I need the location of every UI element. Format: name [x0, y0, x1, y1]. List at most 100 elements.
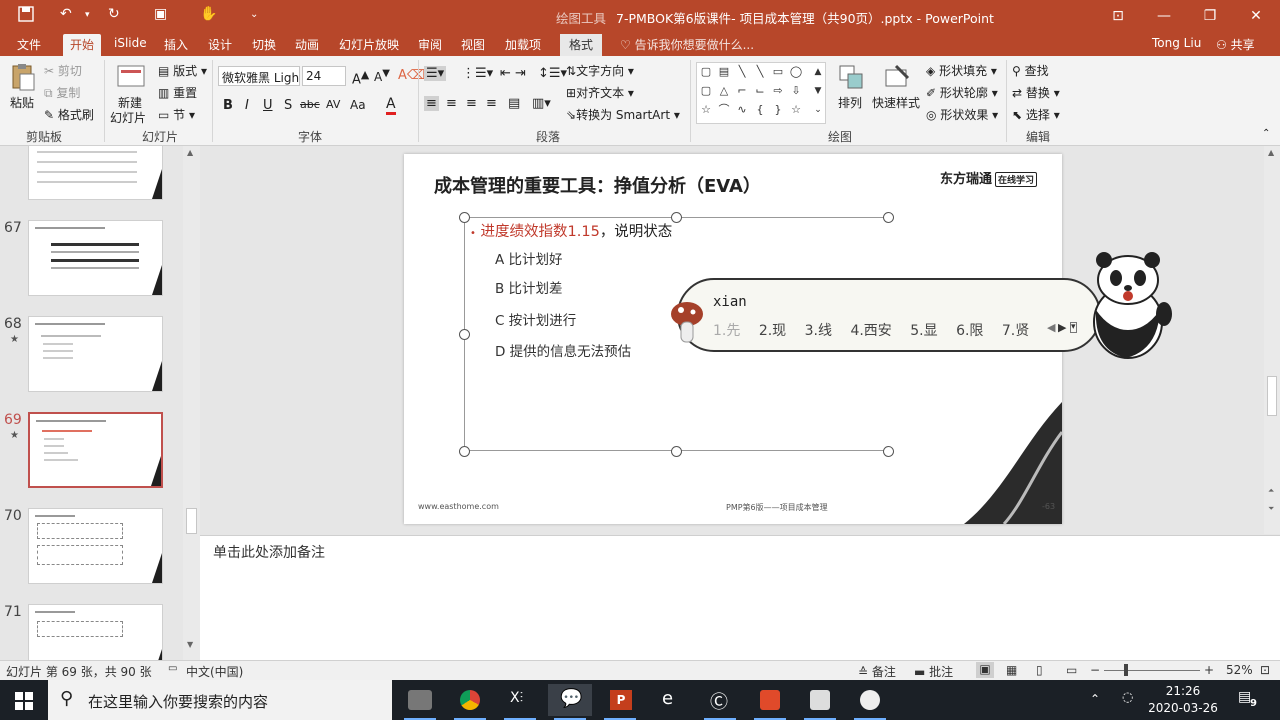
quick-styles-label[interactable]: 快速样式: [872, 94, 920, 111]
smartart-button[interactable]: ⇘转换为 SmartArt ▾: [566, 106, 680, 123]
taskbar-app-camtasia[interactable]: Ⓒ: [698, 684, 742, 720]
ime-candidate[interactable]: 6.限: [956, 323, 983, 339]
columns-icon[interactable]: ▥▾: [532, 96, 551, 111]
slide-thumbnail[interactable]: [28, 604, 163, 660]
taskbar-search[interactable]: ⚲ 在这里输入你要搜索的内容: [48, 680, 392, 720]
brace-shape-icon[interactable]: }: [771, 103, 785, 117]
gallery-up-icon[interactable]: ▲: [811, 65, 825, 79]
arrow-down-shape-icon[interactable]: ⇩: [789, 84, 803, 98]
tab-view[interactable]: 视图: [461, 36, 485, 53]
brace-shape-icon[interactable]: {: [753, 103, 767, 117]
change-case-button[interactable]: Aa: [350, 98, 366, 112]
thumbnails-scrollbar[interactable]: ▲ ▼: [183, 146, 200, 660]
slide-thumbnail[interactable]: [28, 316, 163, 392]
spellcheck-icon[interactable]: ▭: [168, 663, 177, 674]
zoom-slider-track[interactable]: [1104, 670, 1200, 671]
slide-thumbnail[interactable]: [28, 220, 163, 296]
arrange-icon[interactable]: [836, 62, 866, 92]
resize-handle[interactable]: [459, 212, 470, 223]
section-button[interactable]: ▭ 节 ▾: [158, 106, 195, 123]
star-shape-icon[interactable]: ☆: [699, 103, 713, 117]
tab-file[interactable]: 文件: [17, 36, 41, 53]
align-left-icon[interactable]: ≡: [424, 96, 439, 111]
align-right-icon[interactable]: ≡: [466, 96, 477, 111]
new-slide-label-2[interactable]: 幻灯片: [110, 109, 146, 126]
bullets-icon[interactable]: ☰▾: [424, 66, 447, 81]
next-slide-icon[interactable]: ⏷: [1268, 504, 1274, 514]
taskbar-app-player[interactable]: [848, 684, 892, 720]
format-painter-button[interactable]: ✎ 格式刷: [44, 106, 94, 123]
taskbar-app-recorder[interactable]: [748, 684, 792, 720]
tab-islide[interactable]: iSlide: [114, 36, 147, 50]
minimize-button[interactable]: —: [1151, 4, 1177, 28]
presentation-icon[interactable]: ▣: [154, 6, 167, 22]
align-center-icon[interactable]: ≡: [446, 96, 457, 111]
save-icon[interactable]: [18, 6, 34, 26]
ime-next-page-icon[interactable]: ▶: [1058, 321, 1066, 334]
notes-placeholder[interactable]: 单击此处添加备注: [213, 542, 325, 562]
ime-expand-icon[interactable]: ▾: [1070, 322, 1077, 333]
replace-button[interactable]: ⇄ 替换 ▾: [1012, 84, 1060, 101]
shrink-font-icon[interactable]: A▼: [374, 68, 390, 84]
scroll-thumb[interactable]: [186, 508, 197, 534]
quick-styles-icon[interactable]: [882, 62, 912, 92]
char-spacing-button[interactable]: AV: [326, 98, 340, 111]
shapes-gallery[interactable]: ▢ ▤ ╲ ╲ ▭ ◯ ▢ △ ⌐ ⌙ ⇨ ⇩ ☆ ⌒ ∿ { } ☆ ▲ ▼ …: [696, 62, 826, 124]
zoom-level[interactable]: 52%: [1226, 663, 1253, 677]
taskbar-app-tool[interactable]: [798, 684, 842, 720]
option-c[interactable]: C 按计划进行: [495, 309, 576, 329]
underline-button[interactable]: U: [263, 98, 273, 113]
textbox-shape-icon[interactable]: ▢: [699, 65, 713, 79]
arrange-label[interactable]: 排列: [838, 94, 862, 111]
customize-toolbar-icon[interactable]: ⌄: [250, 9, 258, 20]
reading-view-icon[interactable]: ▯: [1036, 663, 1043, 677]
close-button[interactable]: ✕: [1243, 4, 1269, 28]
undo-dropdown-icon[interactable]: ▾: [85, 10, 90, 20]
previous-slide-icon[interactable]: ⏶: [1268, 486, 1274, 496]
share-button[interactable]: ⚇ 共享: [1216, 36, 1255, 53]
font-size-select[interactable]: 24: [302, 66, 346, 86]
ribbon-display-icon[interactable]: ⊡: [1105, 4, 1131, 28]
resize-handle[interactable]: [459, 329, 470, 340]
scroll-thumb[interactable]: [1267, 376, 1277, 416]
callout-shape-icon[interactable]: ⌒: [717, 103, 731, 117]
slide-thumbnail-selected[interactable]: [28, 412, 163, 488]
triangle-shape-icon[interactable]: △: [717, 84, 731, 98]
resize-handle[interactable]: [671, 212, 682, 223]
rectangle-shape-icon[interactable]: ▭: [771, 65, 785, 79]
connector-shape-icon[interactable]: ⌐: [735, 84, 749, 98]
align-text-button[interactable]: ⊞对齐文本 ▾: [566, 84, 634, 101]
network-icon[interactable]: ◌: [1122, 690, 1133, 705]
slide-title[interactable]: 成本管理的重要工具：挣值分析（EVA）: [434, 172, 761, 198]
slide-thumbnail[interactable]: [28, 508, 163, 584]
line-shape-icon[interactable]: ╲: [753, 65, 767, 79]
taskbar-app-wechat[interactable]: 💬: [548, 684, 592, 720]
ime-candidate[interactable]: 7.贤: [1002, 323, 1029, 339]
reset-button[interactable]: ▥ 重置: [158, 84, 197, 101]
scroll-down-icon[interactable]: ▼: [187, 640, 193, 649]
grow-font-icon[interactable]: A▲: [352, 68, 369, 87]
resize-handle[interactable]: [883, 212, 894, 223]
touch-mode-icon[interactable]: ✋: [200, 6, 217, 22]
zoom-in-icon[interactable]: +: [1204, 663, 1214, 677]
gallery-down-icon[interactable]: ▼: [811, 84, 825, 98]
ime-candidate[interactable]: 3.线: [805, 323, 832, 339]
fit-to-window-icon[interactable]: ⊡: [1260, 663, 1270, 677]
copy-button[interactable]: ⧉ 复制: [44, 84, 80, 101]
language-indicator[interactable]: 中文(中国): [186, 663, 243, 680]
question-bullet[interactable]: • 进度绩效指数1.15，说明状态: [470, 220, 672, 241]
resize-handle[interactable]: [883, 446, 894, 457]
zoom-slider-thumb[interactable]: [1124, 664, 1128, 676]
option-a[interactable]: A 比计划好: [495, 248, 563, 268]
new-slide-icon[interactable]: [116, 62, 146, 92]
comments-toggle[interactable]: ▬ 批注: [914, 663, 953, 680]
rounded-rect-shape-icon[interactable]: ▢: [699, 84, 713, 98]
shape-fill-button[interactable]: ◈ 形状填充 ▾: [926, 62, 997, 79]
taskbar-app-chrome[interactable]: [448, 684, 492, 720]
numbering-icon[interactable]: ⋮☰▾: [462, 66, 493, 81]
taskbar-app-excel[interactable]: X⫶: [498, 684, 542, 720]
slide-thumbnail[interactable]: [28, 146, 163, 200]
ime-prev-page-icon[interactable]: ◀: [1047, 321, 1055, 334]
tab-slideshow[interactable]: 幻灯片放映: [339, 36, 399, 53]
collapse-ribbon-icon[interactable]: ⌃: [1262, 128, 1270, 139]
